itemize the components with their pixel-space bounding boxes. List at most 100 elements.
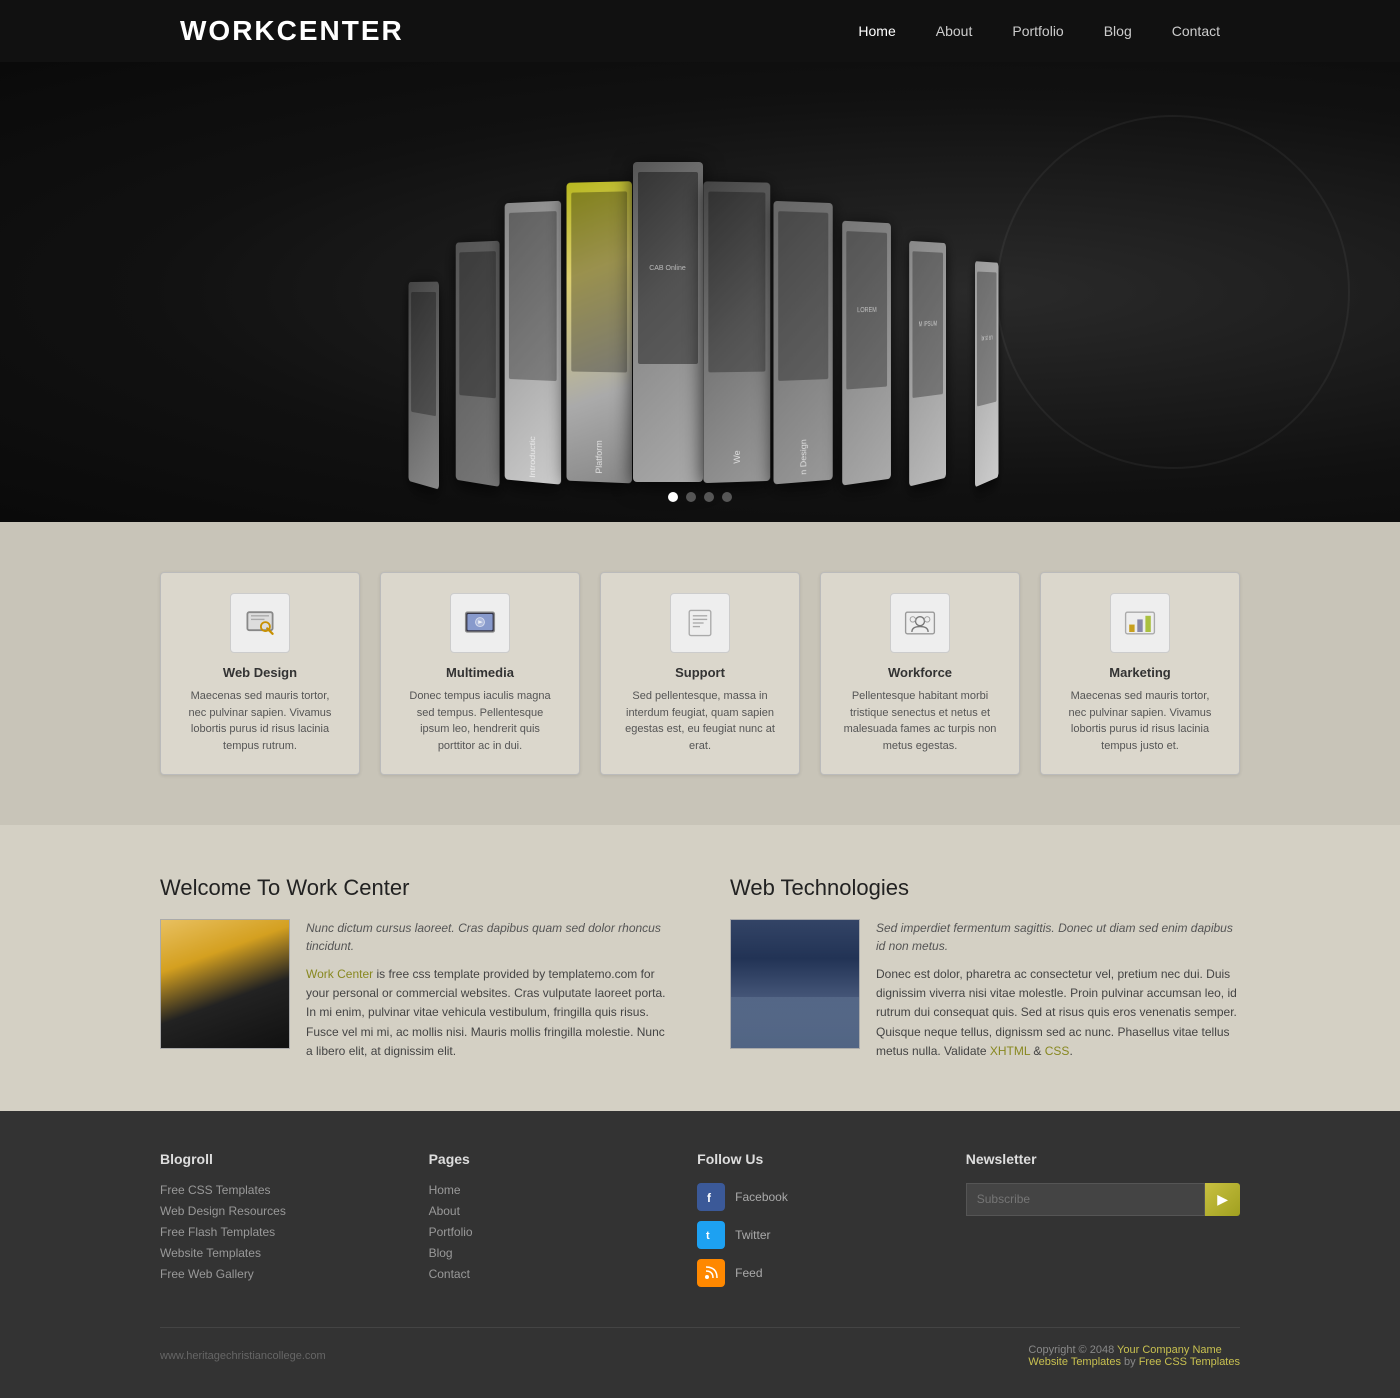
hero-dots	[668, 492, 732, 502]
footer-copyright: Copyright © 2048 Your Company Name Websi…	[1028, 1344, 1240, 1368]
card-img-5: CAB Online	[638, 172, 698, 364]
footer-pages: Pages Home About Portfolio Blog Contact	[429, 1151, 658, 1297]
dot-2[interactable]	[686, 492, 696, 502]
webtech-col: Web Technologies Sed imperdiet fermentum…	[730, 875, 1240, 1061]
header: WORKCENTER Home About Portfolio Blog Con…	[0, 0, 1400, 62]
logo: WORKCENTER	[180, 15, 404, 47]
service-text-support: Sed pellentesque, massa in interdum feug…	[621, 688, 779, 754]
svg-text:t: t	[706, 1230, 710, 1242]
footer: Blogroll Free CSS Templates Web Design R…	[0, 1111, 1400, 1398]
service-workforce: Workforce Pellentesque habitant morbi tr…	[820, 572, 1020, 775]
dot-3[interactable]	[704, 492, 714, 502]
card-img-9: M IPSUM	[912, 251, 943, 398]
pages-link-4[interactable]: Contact	[429, 1267, 658, 1281]
feed-icon	[697, 1259, 725, 1287]
footer-follow: Follow Us f Facebook t Twitter Feed	[697, 1151, 926, 1297]
free-css-link[interactable]: Free CSS Templates	[1139, 1356, 1240, 1368]
card-img-10: lor sit am	[977, 272, 996, 407]
footer-grid: Blogroll Free CSS Templates Web Design R…	[160, 1151, 1240, 1328]
card-8: LOREM	[842, 221, 891, 486]
svg-text:f: f	[707, 1191, 712, 1205]
dot-4[interactable]	[722, 492, 732, 502]
card-1	[408, 282, 438, 490]
card-img-8: LOREM	[846, 231, 887, 389]
service-support: Support Sed pellentesque, massa in inter…	[600, 572, 800, 775]
welcome-link[interactable]: Work Center	[306, 967, 373, 981]
twitter-icon: t	[697, 1221, 725, 1249]
blogroll-link-1[interactable]: Web Design Resources	[160, 1204, 389, 1218]
pages-link-3[interactable]: Blog	[429, 1246, 658, 1260]
services-section: Web Design Maecenas sed mauris tortor, n…	[0, 522, 1400, 825]
service-web-design: Web Design Maecenas sed mauris tortor, n…	[160, 572, 360, 775]
blogroll-link-2[interactable]: Free Flash Templates	[160, 1225, 389, 1239]
blogroll-link-0[interactable]: Free CSS Templates	[160, 1183, 389, 1197]
card-label-7: n Design	[798, 424, 807, 484]
facebook-link[interactable]: Facebook	[735, 1190, 788, 1204]
footer-newsletter: Newsletter ▶	[966, 1151, 1240, 1297]
xhtml-link[interactable]: XHTML	[990, 1044, 1030, 1058]
card-img-3	[508, 211, 556, 381]
social-feed-item: Feed	[697, 1259, 926, 1287]
follow-title: Follow Us	[697, 1151, 926, 1167]
nav-contact[interactable]: Contact	[1172, 23, 1220, 39]
pages-link-1[interactable]: About	[429, 1204, 658, 1218]
hero-cards: Introductic Platform CAB Online We n Des…	[385, 102, 1016, 482]
social-facebook-item: f Facebook	[697, 1183, 926, 1211]
service-text-workforce: Pellentesque habitant morbi tristique se…	[841, 688, 999, 754]
services-grid: Web Design Maecenas sed mauris tortor, n…	[160, 572, 1240, 775]
nav-home[interactable]: Home	[858, 23, 895, 39]
service-title-web-design: Web Design	[181, 665, 339, 680]
footer-bottom: www.heritagechristiancollege.com Copyrig…	[160, 1328, 1240, 1368]
footer-blogroll: Blogroll Free CSS Templates Web Design R…	[160, 1151, 389, 1297]
twitter-link[interactable]: Twitter	[735, 1228, 770, 1242]
card-label-6: We	[732, 423, 742, 483]
dot-1[interactable]	[668, 492, 678, 502]
support-icon	[670, 593, 730, 653]
newsletter-button[interactable]: ▶	[1205, 1183, 1240, 1216]
footer-bottom-url: www.heritagechristiancollege.com	[160, 1350, 326, 1362]
feed-link[interactable]: Feed	[735, 1266, 762, 1280]
card-img-1	[411, 292, 436, 416]
hero-section: Introductic Platform CAB Online We n Des…	[0, 62, 1400, 522]
nav-about[interactable]: About	[936, 23, 973, 39]
service-multimedia: Multimedia Donec tempus iaculis magna se…	[380, 572, 580, 775]
nav-portfolio[interactable]: Portfolio	[1012, 23, 1063, 39]
multimedia-icon	[450, 593, 510, 653]
newsletter-title: Newsletter	[966, 1151, 1240, 1167]
blogroll-link-4[interactable]: Free Web Gallery	[160, 1267, 389, 1281]
newsletter-input[interactable]	[966, 1183, 1206, 1216]
company-link[interactable]: Your Company Name	[1117, 1344, 1222, 1356]
service-text-marketing: Maecenas sed mauris tortor, nec pulvinar…	[1061, 688, 1219, 754]
card-img-4	[571, 191, 627, 372]
card-label-3: Introductic	[528, 424, 537, 484]
welcome-col: Welcome To Work Center Nunc dictum cursu…	[160, 875, 670, 1061]
marketing-icon	[1110, 593, 1170, 653]
pages-link-2[interactable]: Portfolio	[429, 1225, 658, 1239]
service-title-multimedia: Multimedia	[401, 665, 559, 680]
card-2	[455, 241, 499, 487]
blogroll-title: Blogroll	[160, 1151, 389, 1167]
service-text-multimedia: Donec tempus iaculis magna sed tempus. P…	[401, 688, 559, 754]
service-text-web-design: Maecenas sed mauris tortor, nec pulvinar…	[181, 688, 339, 754]
pages-link-0[interactable]: Home	[429, 1183, 658, 1197]
service-title-support: Support	[621, 665, 779, 680]
card-4: Platform	[566, 181, 631, 483]
welcome-body: Nunc dictum cursus laoreet. Cras dapibus…	[160, 919, 670, 1061]
webtech-body: Sed imperdiet fermentum sagittis. Donec …	[730, 919, 1240, 1061]
nav-blog[interactable]: Blog	[1104, 23, 1132, 39]
card-6: We	[703, 181, 770, 483]
webtech-image	[730, 919, 860, 1049]
welcome-image	[160, 919, 290, 1049]
card-img-2	[459, 251, 496, 398]
card-7: n Design	[773, 201, 832, 485]
workforce-icon	[890, 593, 950, 653]
website-templates-link[interactable]: Website Templates	[1028, 1356, 1121, 1368]
webtech-title: Web Technologies	[730, 875, 1240, 901]
card-img-7	[778, 211, 828, 381]
service-marketing: Marketing Maecenas sed mauris tortor, ne…	[1040, 572, 1240, 775]
blogroll-link-3[interactable]: Website Templates	[160, 1246, 389, 1260]
css-link[interactable]: CSS	[1045, 1044, 1070, 1058]
card-label-4: Platform	[594, 423, 604, 484]
main-nav: Home About Portfolio Blog Contact	[858, 23, 1220, 39]
card-5: CAB Online	[633, 162, 703, 482]
